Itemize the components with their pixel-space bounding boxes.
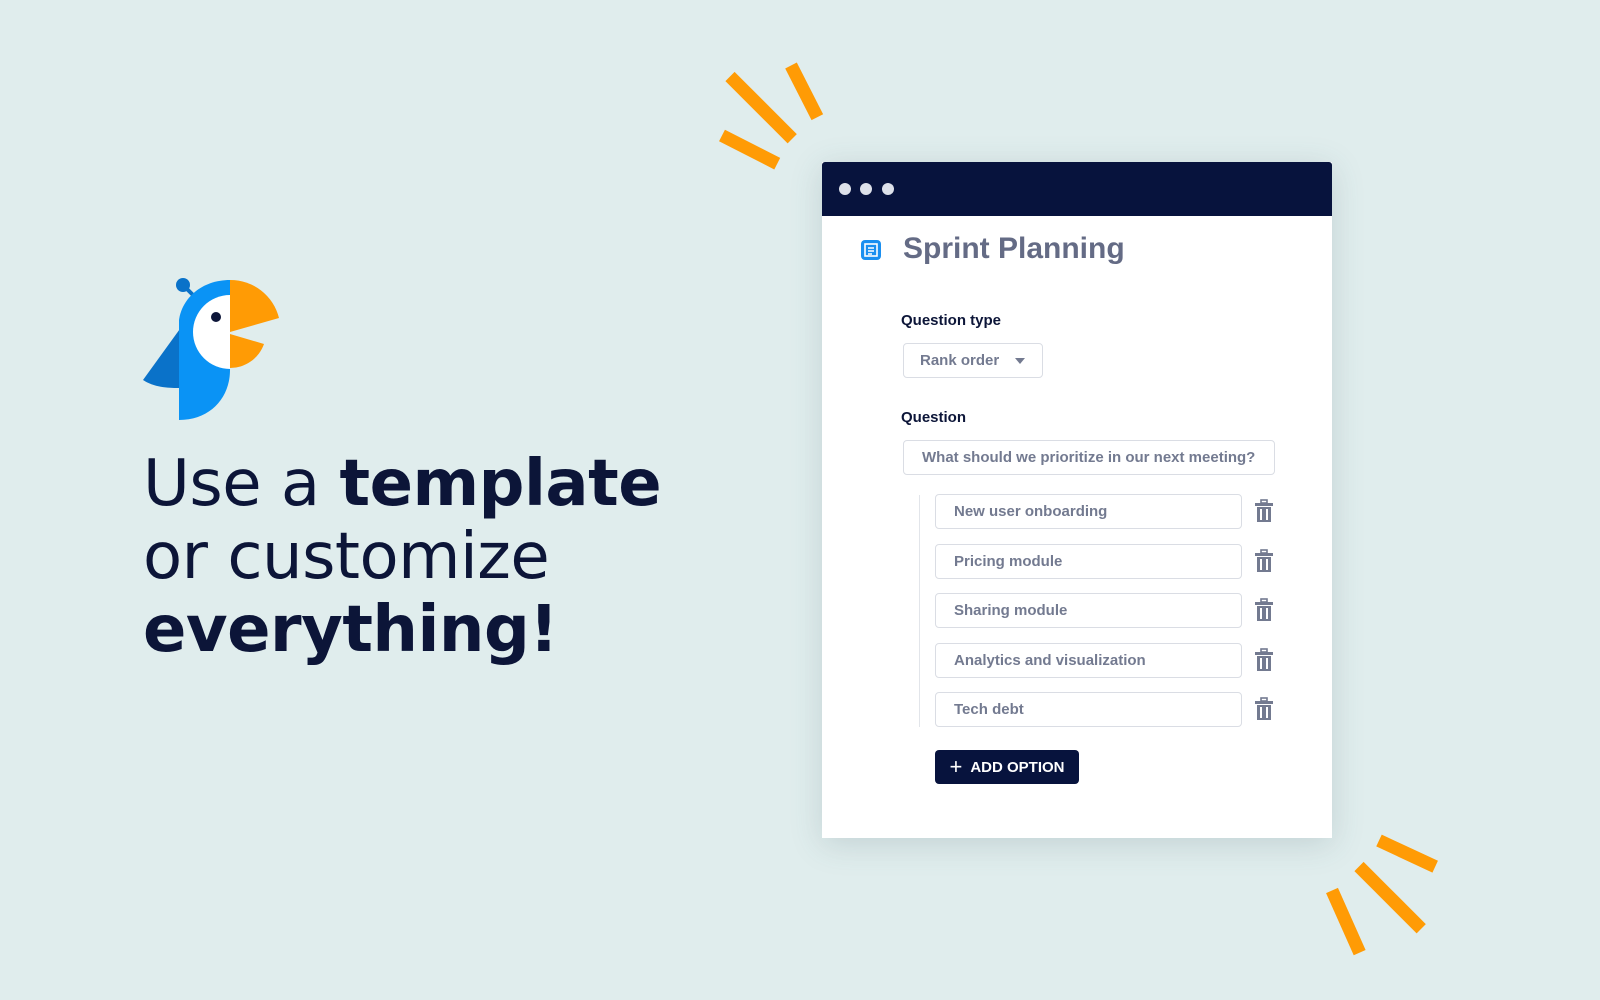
headline-bold: template (339, 447, 662, 521)
question-type-label: Question type (901, 312, 1002, 329)
ray (1376, 834, 1438, 873)
trash-icon[interactable] (1254, 598, 1274, 622)
trash-icon[interactable] (1254, 648, 1274, 672)
question-value: What should we prioritize in our next me… (922, 449, 1256, 466)
ray (1354, 861, 1426, 934)
ray (785, 62, 824, 121)
question-type-value: Rank order (920, 352, 1000, 369)
option-label: Tech debt (954, 701, 1024, 718)
option-label: Pricing module (954, 553, 1063, 570)
option-input[interactable]: Tech debt (935, 692, 1242, 727)
option-label: Analytics and visualization (954, 652, 1146, 669)
ray (719, 129, 781, 170)
window-dot (882, 183, 894, 195)
app-window: Sprint Planning Question type Rank order… (822, 162, 1332, 838)
add-option-button[interactable]: + ADD OPTION (935, 750, 1079, 784)
option-input[interactable]: Sharing module (935, 593, 1242, 628)
option-input[interactable]: New user onboarding (935, 494, 1242, 529)
headline-line3: everything! (143, 593, 558, 667)
question-type-select[interactable]: Rank order (903, 343, 1043, 378)
option-label: Sharing module (954, 602, 1068, 619)
option-input[interactable]: Pricing module (935, 544, 1242, 579)
options-divider (919, 495, 920, 727)
ray (725, 71, 797, 144)
page-title: Sprint Planning (903, 232, 1125, 265)
headline-regular: Use a (143, 447, 340, 521)
ray (1326, 887, 1366, 956)
document-icon (861, 240, 881, 260)
question-input[interactable]: What should we prioritize in our next me… (903, 440, 1275, 475)
option-input[interactable]: Analytics and visualization (935, 643, 1242, 678)
parrot-logo-icon (143, 278, 279, 420)
window-titlebar (822, 162, 1332, 216)
trash-icon[interactable] (1254, 697, 1274, 721)
window-dot (860, 183, 872, 195)
window-dot (839, 183, 851, 195)
chevron-down-icon (1015, 357, 1026, 364)
option-label: New user onboarding (954, 503, 1108, 520)
trash-icon[interactable] (1254, 499, 1274, 523)
trash-icon[interactable] (1254, 549, 1274, 573)
headline: Use a template or customize everything! (143, 447, 662, 667)
plus-icon: + (949, 754, 963, 779)
add-option-label: ADD OPTION (970, 758, 1065, 776)
question-label: Question (901, 409, 967, 426)
headline-line2: or customize (143, 520, 550, 594)
